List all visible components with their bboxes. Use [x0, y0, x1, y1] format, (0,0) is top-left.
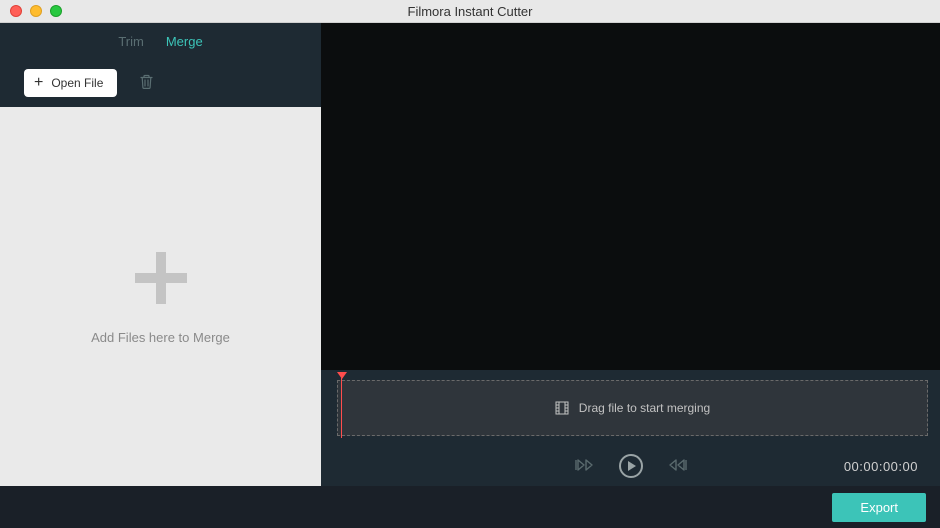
skip-back-button[interactable] [571, 454, 597, 479]
tab-merge[interactable]: Merge [166, 34, 203, 49]
open-file-button[interactable]: + Open File [24, 69, 117, 97]
timecode-display: 00:00:00:00 [844, 459, 918, 474]
maximize-window-button[interactable] [50, 5, 62, 17]
skip-forward-button[interactable] [665, 454, 691, 479]
skip-forward-icon [669, 458, 687, 472]
close-window-button[interactable] [10, 5, 22, 17]
export-button[interactable]: Export [832, 493, 926, 522]
open-file-label: Open File [51, 76, 103, 90]
sidebar: Trim Merge + Open File [0, 23, 321, 486]
window-title: Filmora Instant Cutter [0, 4, 940, 19]
plus-icon: + [34, 75, 43, 91]
content-area: Trim Merge + Open File [0, 23, 940, 486]
timeline-placeholder-text: Drag file to start merging [579, 401, 710, 415]
playhead-line [341, 378, 342, 438]
play-icon [619, 454, 643, 478]
trash-icon [139, 74, 154, 90]
play-button[interactable] [615, 450, 647, 482]
add-files-plus-icon [131, 248, 191, 308]
footer: Export [0, 486, 940, 528]
titlebar: Filmora Instant Cutter [0, 0, 940, 23]
tab-trim[interactable]: Trim [118, 34, 144, 49]
main-panel: Drag file to start merging [321, 23, 940, 486]
timeline-track[interactable]: Drag file to start merging [337, 380, 928, 436]
delete-button[interactable] [135, 70, 158, 97]
skip-back-icon [575, 458, 593, 472]
play-controls-group [571, 450, 691, 482]
sidebar-toolbar: + Open File [0, 59, 321, 107]
playback-controls: 00:00:00:00 [321, 446, 940, 486]
video-preview [321, 23, 940, 370]
file-drop-area[interactable]: Add Files here to Merge [0, 107, 321, 486]
playhead-marker-icon [337, 372, 347, 379]
timeline-area: Drag file to start merging [321, 370, 940, 446]
film-icon [555, 401, 569, 415]
playhead[interactable] [337, 372, 347, 438]
app-window: Filmora Instant Cutter Trim Merge + Open… [0, 0, 940, 528]
drop-area-label: Add Files here to Merge [91, 330, 230, 345]
traffic-lights [0, 5, 62, 17]
mode-tabs: Trim Merge [0, 23, 321, 59]
minimize-window-button[interactable] [30, 5, 42, 17]
